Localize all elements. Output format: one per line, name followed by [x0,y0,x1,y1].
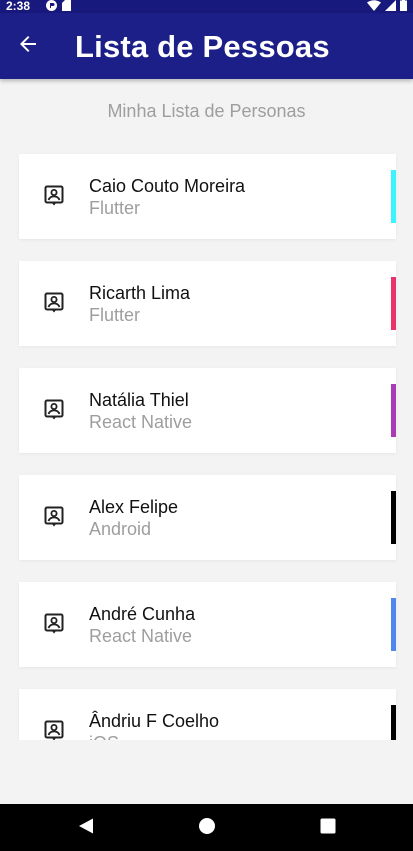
contact-icon [43,292,65,314]
back-triangle-icon [77,817,95,840]
person-name: Ricarth Lima [89,283,191,303]
home-circle-icon [198,817,216,840]
status-left-icons [46,0,71,13]
contact-icon [43,399,65,421]
person-technology: React Native [89,626,193,646]
list-subtitle: Minha Lista de Personas [107,101,306,121]
nav-back-button[interactable] [74,816,98,840]
back-button[interactable] [10,28,46,64]
list-item[interactable]: André Cunha React Native [19,582,396,667]
recents-square-icon [320,818,336,839]
contact-icon [43,185,65,207]
accent-bar [391,705,396,740]
sd-card-icon [62,0,71,14]
status-right-icons [367,0,407,13]
accent-bar [391,170,396,223]
person-technology: Android [89,519,152,539]
page-title: Lista de Pessoas [75,29,330,64]
status-bar: 2:38 [0,0,413,13]
person-technology: iOS [89,732,119,740]
accent-bar [391,598,396,651]
signal-icon [385,0,396,14]
screen: 2:38 Lista de Pessoas Minha Lista de Per… [0,0,413,851]
person-technology: Flutter [89,198,141,218]
contact-icon [43,506,65,528]
arrow-back-icon [18,34,38,59]
nav-home-button[interactable] [195,816,219,840]
person-name: André Cunha [89,604,196,624]
person-name: Ândriu F Coelho [89,711,220,731]
wifi-icon [367,0,381,14]
app-bar: Lista de Pessoas [0,13,413,79]
app-notification-icon [46,0,57,14]
person-name: Natália Thiel [89,390,189,410]
accent-bar [391,277,396,330]
list-item[interactable]: Ricarth Lima Flutter [19,261,396,346]
person-technology: Flutter [89,305,141,325]
person-name: Alex Felipe [89,497,179,517]
nav-recents-button[interactable] [316,816,340,840]
list-item[interactable]: Natália Thiel React Native [19,368,396,453]
list-item[interactable]: Alex Felipe Android [19,475,396,560]
contact-icon [43,613,65,635]
system-nav-bar [0,804,413,851]
accent-bar [391,491,396,544]
people-list[interactable]: Caio Couto Moreira Flutter Ricarth Lima … [0,140,413,740]
person-name: Caio Couto Moreira [89,176,246,196]
list-item[interactable]: Caio Couto Moreira Flutter [19,154,396,239]
accent-bar [391,384,396,437]
list-item[interactable]: Ândriu F Coelho iOS [19,689,396,740]
battery-icon [400,0,407,14]
person-technology: React Native [89,412,193,432]
contact-icon [43,720,65,740]
status-time: 2:38 [6,0,31,13]
